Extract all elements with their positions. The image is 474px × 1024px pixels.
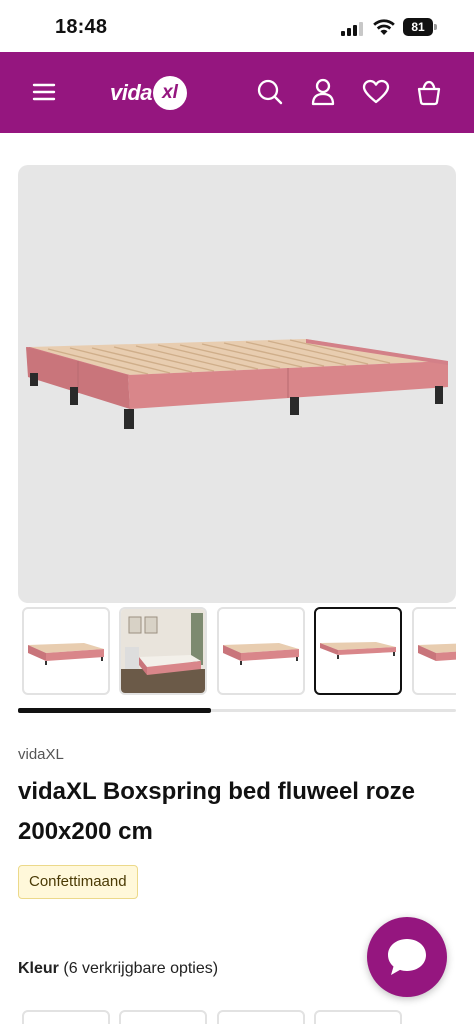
color-option[interactable] <box>314 1010 402 1024</box>
thumbnail-strip <box>22 607 456 697</box>
chat-bubble-icon <box>388 939 426 975</box>
menu-icon[interactable] <box>28 76 60 108</box>
heart-icon[interactable] <box>360 76 392 108</box>
color-options-count: (6 verkrijgbare opties) <box>63 960 219 977</box>
thumbnail[interactable] <box>119 607 207 695</box>
site-header: vida xl <box>0 52 474 133</box>
color-option[interactable] <box>22 1010 110 1024</box>
product-main-image[interactable] <box>18 165 456 603</box>
cart-icon[interactable] <box>413 76 445 108</box>
battery-icon: 81 <box>403 18 437 36</box>
color-option[interactable] <box>119 1010 207 1024</box>
color-label: Kleur <box>18 960 59 977</box>
color-selector-label: Kleur (6 verkrijgbare opties) <box>18 960 218 978</box>
logo-text: vida <box>110 80 153 105</box>
thumbnail[interactable] <box>217 607 305 695</box>
battery-level: 81 <box>403 18 433 36</box>
bed-frame-image <box>26 339 448 429</box>
cellular-signal-icon <box>341 20 365 36</box>
account-icon[interactable] <box>307 76 339 108</box>
status-bar: 18:48 81 <box>0 0 474 52</box>
promo-badge: Confettimaand <box>18 865 138 899</box>
status-time: 18:48 <box>55 16 108 38</box>
product-brand[interactable]: vidaXL <box>18 746 64 763</box>
vidaxl-logo[interactable]: vida xl <box>110 74 188 112</box>
thumbnail-selected[interactable] <box>314 607 402 695</box>
gallery-scroll-indicator <box>18 708 456 713</box>
thumbnail[interactable] <box>412 607 456 695</box>
wifi-icon <box>372 17 396 37</box>
chat-button[interactable] <box>367 917 447 997</box>
color-options <box>22 1010 462 1024</box>
color-option[interactable] <box>217 1010 305 1024</box>
logo-mark: xl <box>153 76 188 110</box>
product-title: vidaXL Boxspring bed fluweel roze 200x20… <box>18 778 415 845</box>
thumbnail[interactable] <box>22 607 110 695</box>
gallery-scroll-progress <box>18 708 211 713</box>
search-icon[interactable] <box>254 76 286 108</box>
